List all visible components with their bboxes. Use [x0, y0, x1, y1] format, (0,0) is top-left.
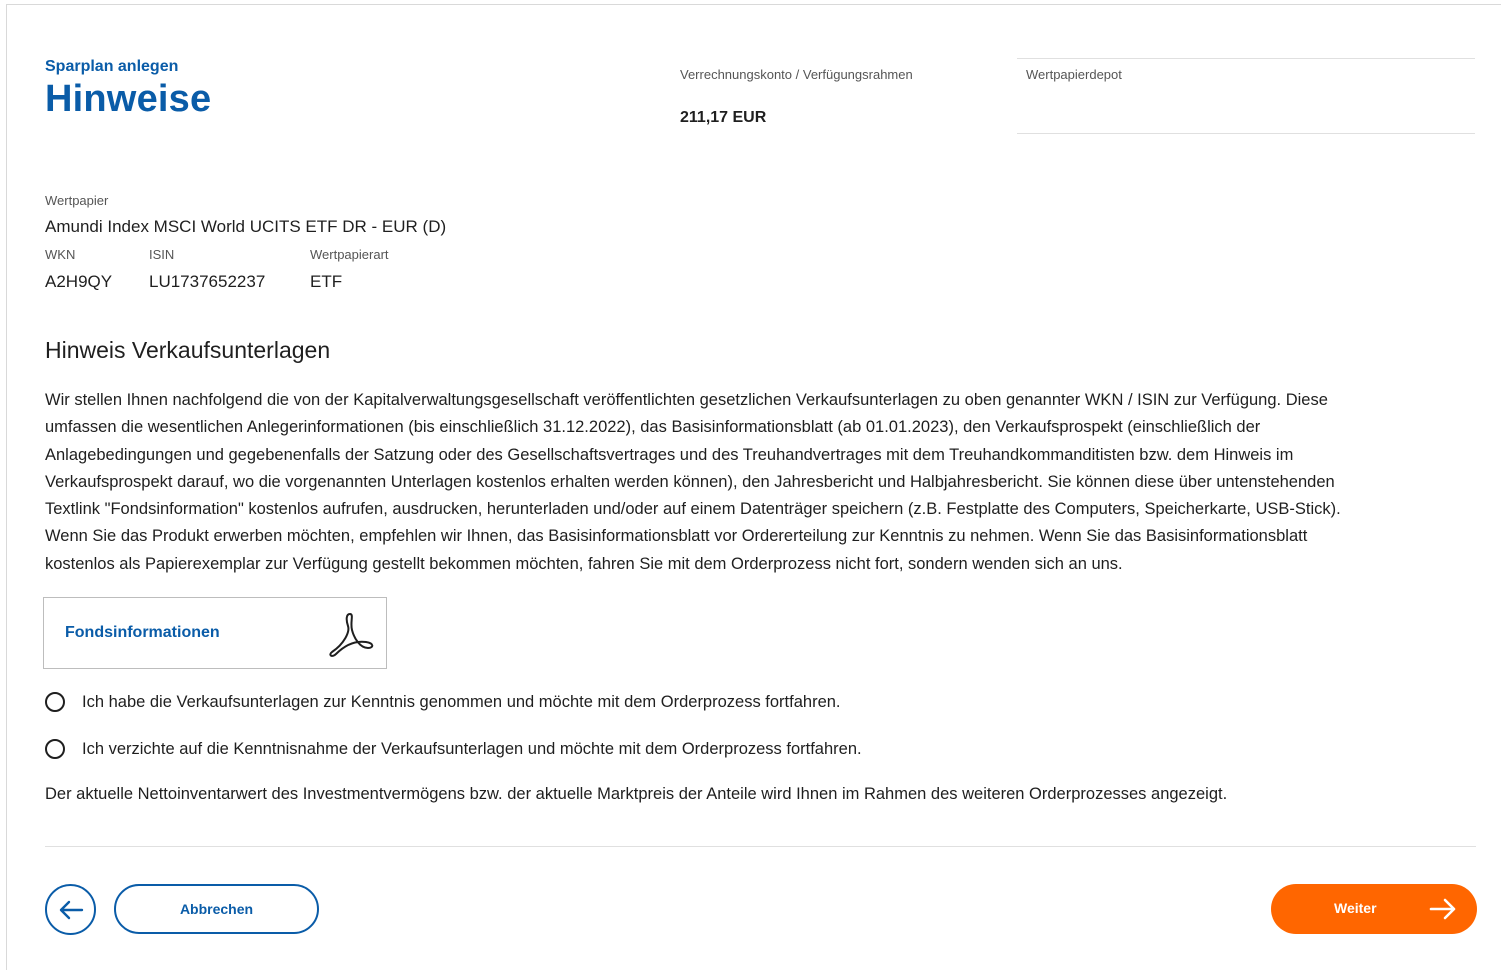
account-balance: 211,17 EUR: [680, 109, 767, 126]
notice-text: Wir stellen Ihnen nachfolgend die von de…: [45, 387, 1455, 578]
notice-title: Hinweis Verkaufsunterlagen: [45, 337, 331, 363]
pdf-icon[interactable]: [326, 610, 376, 658]
arrow-left-icon: [59, 900, 83, 919]
security-label: Wertpapier: [45, 193, 109, 208]
isin-value: LU1737652237: [149, 272, 266, 291]
cancel-button[interactable]: Abbrechen: [114, 884, 319, 934]
radio-button[interactable]: [45, 739, 65, 759]
page-title: Hinweise: [45, 78, 212, 120]
wkn-value: A2H9QY: [45, 272, 113, 291]
security-type-value: ETF: [310, 272, 343, 291]
notice-line: Anlagebedingungen und gegebenenfalls der…: [45, 445, 1294, 464]
breadcrumb-eyebrow: Sparplan anlegen: [45, 58, 179, 75]
option-acknowledged[interactable]: Ich habe die Verkaufsunterlagen zur Kenn…: [45, 692, 841, 712]
back-button[interactable]: [45, 884, 96, 935]
notice-line: Textlink "Fondsinformation" kostenlos au…: [45, 500, 1341, 519]
next-button[interactable]: Weiter: [1271, 884, 1477, 934]
arrow-right-icon: [1429, 898, 1456, 920]
option-waive-label[interactable]: Ich verzichte auf die Kenntnisnahme der …: [82, 740, 862, 759]
depot-label: Wertpapierdepot: [1026, 67, 1122, 82]
radio-button[interactable]: [45, 692, 65, 712]
notice-line: umfassen die wesentlichen Anlegerinforma…: [45, 418, 1261, 437]
notice-line: kostenlos als Papierexemplar zur Verfügu…: [45, 554, 1123, 573]
notice-line: Wenn Sie das Produkt erwerben möchten, e…: [45, 527, 1308, 546]
account-label: Verrechnungskonto / Verfügungsrahmen: [680, 67, 913, 82]
nav-footnote: Der aktuelle Nettoinventarwert des Inves…: [45, 785, 1228, 803]
security-type-label: Wertpapierart: [310, 247, 389, 262]
notice-line: Verkaufsprospekt darauf, wo die vorgenan…: [45, 472, 1335, 491]
next-button-label: Weiter: [1334, 900, 1377, 916]
option-acknowledged-label[interactable]: Ich habe die Verkaufsunterlagen zur Kenn…: [82, 693, 841, 712]
security-name: Amundi Index MSCI World UCITS ETF DR - E…: [45, 217, 447, 236]
isin-label: ISIN: [149, 247, 175, 262]
notice-line: Wir stellen Ihnen nachfolgend die von de…: [45, 391, 1328, 409]
fund-info-link-label[interactable]: Fondsinformationen: [65, 624, 220, 642]
divider: [45, 846, 1476, 847]
option-waive[interactable]: Ich verzichte auf die Kenntnisnahme der …: [45, 739, 862, 759]
wkn-label: WKN: [45, 247, 76, 262]
